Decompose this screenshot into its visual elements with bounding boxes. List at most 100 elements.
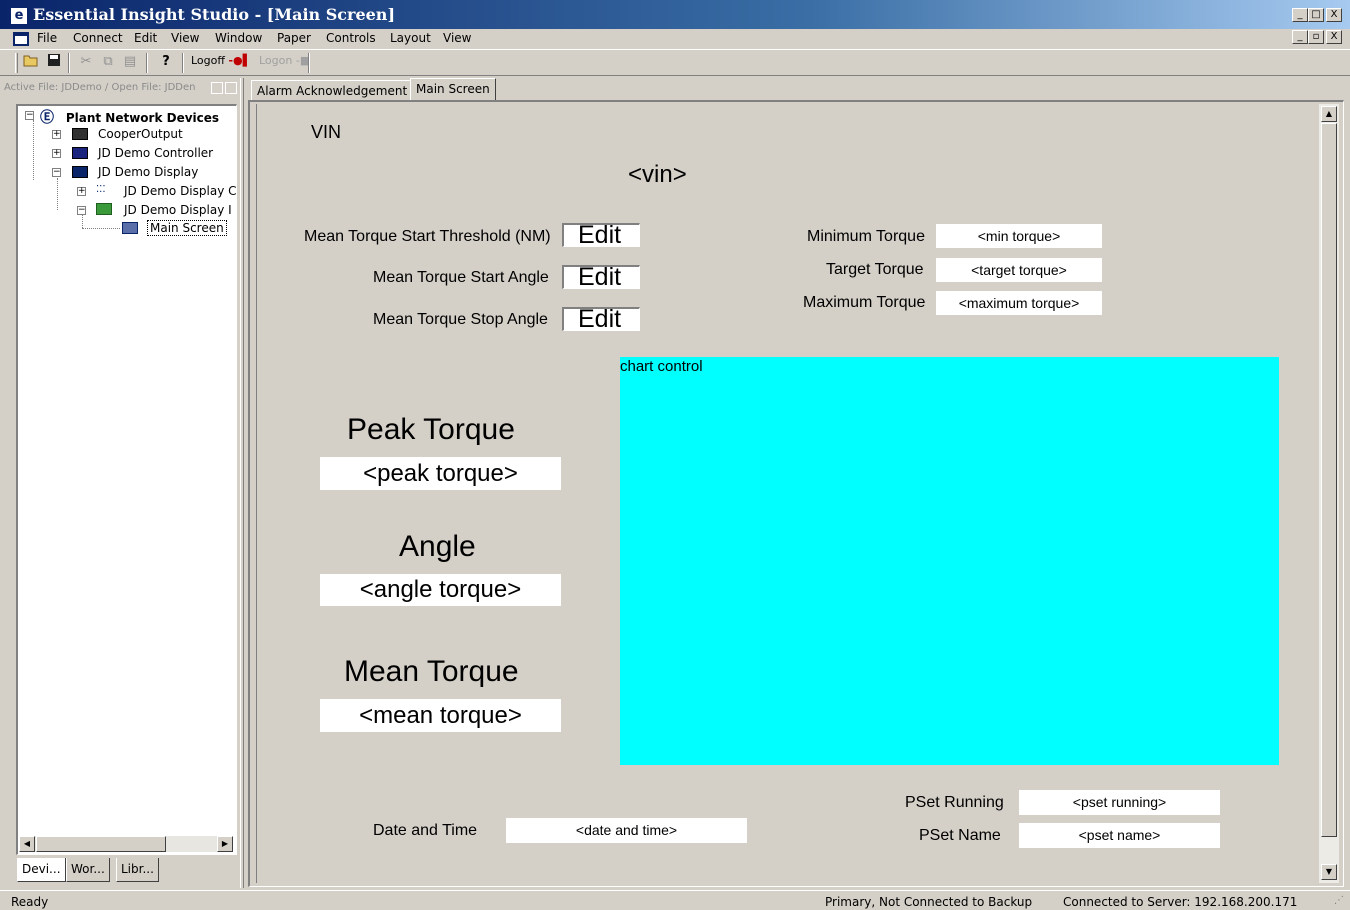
copy-icon[interactable]: ⧉ [99,53,117,71]
window-title: Essential Insight Studio - [Main Screen] [33,5,396,24]
logoff-label: Logoff [191,54,225,67]
tree-collapse-toggle[interactable]: − [25,111,34,120]
logon-label: Logon [259,54,293,67]
cut-icon[interactable]: ✂ [77,53,95,71]
status-backup: Primary, Not Connected to Backup [825,895,1033,909]
tree-collapse-toggle[interactable]: − [77,206,86,215]
tree-line [82,215,83,228]
pset-running-value: <pset running> [1019,790,1220,815]
mean-torque-start-threshold-input[interactable]: Edit [562,223,640,248]
toolbar-separator [68,53,70,73]
logon-button[interactable]: Logon -■ [259,54,310,67]
output-device-icon [72,128,88,140]
tab-library[interactable]: Libr... [116,858,159,882]
menu-window[interactable]: Window [215,31,262,45]
maximum-torque-value: <maximum torque> [936,291,1102,315]
tree-line [33,120,34,180]
mdi-minimize-button[interactable]: _ [1292,30,1308,44]
pset-running-label: PSet Running [905,794,1004,811]
tab-main-screen[interactable]: Main Screen [410,78,496,100]
tree-expand-toggle[interactable]: + [52,130,61,139]
tree-expand-toggle[interactable]: + [52,149,61,158]
target-torque-value: <target torque> [936,258,1102,282]
menu-edit[interactable]: Edit [134,31,157,45]
tab-devices[interactable]: Devi... [17,858,66,882]
mean-torque-stop-angle-label: Mean Torque Stop Angle [373,311,548,328]
peak-torque-value: <peak torque> [320,457,561,490]
scroll-left-icon[interactable]: ◀ [19,836,35,852]
menu-view-2[interactable]: View [443,31,471,45]
menu-layout[interactable]: Layout [390,31,431,45]
pset-name-value: <pset name> [1019,823,1220,848]
tree-item-main-screen[interactable]: Main Screen [147,220,227,236]
minimum-torque-value: <min torque> [936,224,1102,248]
paste-icon[interactable]: ▤ [121,53,139,71]
tab-workspace[interactable]: Wor... [66,858,110,882]
controller-icon [72,147,88,159]
chart-control-label: chart control [620,358,703,375]
logoff-button[interactable]: Logoff -●▌ [191,54,251,67]
tree-item-cooperoutput[interactable]: CooperOutput [98,127,183,141]
menu-controls[interactable]: Controls [326,31,376,45]
network-globe-icon: Ⓔ [40,110,54,126]
tree-line [82,228,120,229]
tree-item-jd-demo-controller[interactable]: JD Demo Controller [98,146,213,160]
app-logo-icon[interactable]: e [10,7,28,25]
minimize-button[interactable]: _ [1292,8,1308,22]
plug-disconnect-icon: -●▌ [228,54,252,67]
pset-name-label: PSet Name [919,827,1001,844]
menu-paper[interactable]: Paper [277,31,311,45]
panel-close-button[interactable] [225,82,237,94]
menu-view[interactable]: View [171,31,199,45]
target-torque-label: Target Torque [826,261,924,278]
tree-root-plant-network[interactable]: Ⓔ Plant Network Devices [40,107,219,127]
tree-collapse-toggle[interactable]: − [52,168,61,177]
tree-item-jd-demo-display[interactable]: JD Demo Display [98,165,198,179]
tree-line [57,178,58,210]
angle-label: Angle [399,530,476,563]
tree-expand-toggle[interactable]: + [77,187,86,196]
tree-item-jd-demo-display-i[interactable]: JD Demo Display I [124,203,232,217]
mdi-close-button[interactable]: X [1326,30,1342,44]
toolbar-separator [146,53,148,73]
menu-file[interactable]: File [37,31,57,45]
tree-label: Plant Network Devices [65,111,220,125]
status-server: Connected to Server: 192.168.200.171 [1063,895,1298,909]
tab-alarm-acknowledgement[interactable]: Alarm Acknowledgement [251,80,414,100]
panel-pin-button[interactable] [211,82,223,94]
panel-splitter[interactable] [240,78,244,888]
vin-label: VIN [311,122,342,142]
mdi-restore-button[interactable]: ▫ [1308,30,1324,44]
status-ready: Ready [11,895,49,909]
tree-item-jd-demo-display-c[interactable]: JD Demo Display C [124,184,237,198]
scroll-thumb[interactable] [36,836,166,852]
scroll-up-icon[interactable]: ▲ [1321,106,1337,122]
close-button[interactable]: X [1326,8,1342,22]
mean-torque-start-angle-input[interactable]: Edit [562,265,640,290]
save-icon[interactable] [45,53,63,71]
maximum-torque-label: Maximum Torque [803,294,926,311]
scroll-right-icon[interactable]: ▶ [217,836,233,852]
chart-control[interactable]: chart control [620,357,1279,765]
toolbar-grip[interactable] [15,53,18,73]
maximize-button[interactable]: □ [1308,8,1324,22]
mean-torque-label: Mean Torque [344,655,519,688]
scroll-thumb[interactable] [1321,123,1337,837]
help-icon[interactable]: ? [157,53,175,71]
resize-grip-icon[interactable]: ⋰ [1334,896,1346,908]
menu-bar [0,29,1350,49]
display-icon [72,166,88,178]
active-file-label: Active File: JDDemo / Open File: JDDen [4,82,196,93]
minimum-torque-label: Minimum Torque [807,228,925,245]
document-window-icon[interactable] [13,32,29,46]
peak-torque-label: Peak Torque [347,413,515,446]
open-folder-icon[interactable] [22,53,40,71]
mean-torque-value: <mean torque> [320,699,561,732]
date-time-label: Date and Time [373,822,478,839]
menu-connect[interactable]: Connect [73,31,123,45]
scroll-down-icon[interactable]: ▼ [1321,864,1337,880]
screen-icon [122,222,138,234]
vin-value: <vin> [628,161,687,188]
mean-torque-stop-angle-input[interactable]: Edit [562,307,640,332]
io-points-icon: ⁚⁚⁚ [96,184,106,195]
